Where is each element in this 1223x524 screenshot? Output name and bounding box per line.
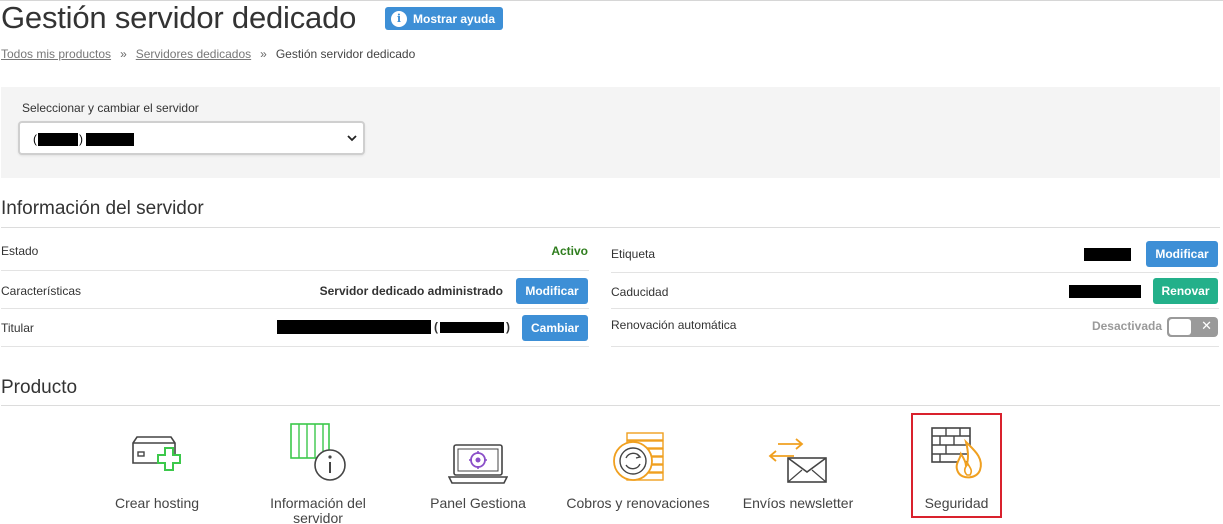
redacted-block (1084, 248, 1131, 261)
auto-renewal-row: Renovación automática Desactivada ✕ (611, 310, 1219, 347)
newsletter-envelope-icon (768, 438, 827, 483)
redacted-block (1069, 285, 1141, 298)
show-help-label: Mostrar ayuda (413, 11, 496, 26)
coins-renew-icon (613, 432, 664, 481)
firewall-icon (931, 427, 982, 479)
chevron-down-icon (347, 135, 357, 142)
renew-button[interactable]: Renovar (1153, 278, 1218, 304)
change-holder-button[interactable]: Cambiar (522, 315, 588, 341)
product-panel-gestiona[interactable]: Panel Gestiona (424, 425, 532, 520)
modify-label-button[interactable]: Modificar (1146, 241, 1218, 267)
product-label: Seguridad (924, 495, 989, 511)
product-label: Cobros y renovaciones (566, 495, 710, 511)
page-title: Gestión servidor dedicado (1, 0, 357, 35)
auto-renewal-status: Desactivada (1091, 319, 1162, 333)
product-label: Envíos newsletter (742, 495, 854, 511)
estado-row: Estado Activo (1, 234, 589, 271)
info-icon: i (391, 10, 407, 27)
toggle-knob (1169, 319, 1191, 335)
server-selector-label: Seleccionar y cambiar el servidor (22, 101, 199, 115)
product-label: Información del servidor (270, 495, 366, 524)
caracteristicas-value: Servidor dedicado administrado (319, 284, 503, 298)
caracteristicas-label: Características (1, 284, 82, 298)
laptop-panel-icon (448, 444, 508, 484)
etiqueta-row: Etiqueta Modificar (611, 234, 1219, 272)
titular-id: ( ) (434, 320, 510, 334)
server-select[interactable]: ( ) (18, 121, 365, 155)
product-seguridad[interactable]: Seguridad (913, 415, 1000, 516)
server-plus-icon (132, 436, 181, 471)
auto-renewal-label: Renovación automática (611, 318, 737, 332)
divider (1, 227, 1220, 228)
server-selector-panel: Seleccionar y cambiar el servidor ( ) (1, 87, 1220, 178)
caracteristicas-row: Características Servidor dedicado admini… (1, 272, 589, 309)
redacted-block (440, 321, 504, 333)
product-crear-hosting[interactable]: Crear hosting (107, 425, 207, 520)
redacted-block (277, 320, 431, 334)
close-icon: ✕ (1201, 318, 1212, 333)
server-select-value: ( ) (33, 132, 134, 146)
auto-renewal-toggle[interactable]: ✕ (1167, 317, 1218, 337)
status-badge: Activo (551, 244, 588, 258)
product-informacion-servidor[interactable]: Información del servidor (258, 422, 378, 524)
breadcrumb-separator: » (260, 47, 267, 61)
server-info-icon (290, 423, 346, 481)
breadcrumb-all-products[interactable]: Todos mis productos (1, 47, 111, 61)
product-envios-newsletter[interactable]: Envíos newsletter (740, 425, 856, 520)
caducidad-row: Caducidad Renovar (611, 272, 1219, 309)
modify-features-button[interactable]: Modificar (516, 278, 588, 304)
titular-label: Titular (1, 321, 34, 335)
breadcrumb-current: Gestión servidor dedicado (275, 47, 416, 61)
show-help-button[interactable]: i Mostrar ayuda (385, 7, 504, 30)
redacted-block (86, 132, 134, 146)
breadcrumb: Todos mis productos » Servidores dedicad… (1, 47, 415, 61)
titular-row: Titular ( ) Cambiar (1, 310, 589, 347)
estado-label: Estado (1, 244, 39, 258)
product-title: Producto (1, 377, 78, 398)
etiqueta-label: Etiqueta (611, 247, 656, 261)
product-label: Crear hosting (114, 495, 200, 511)
product-cobros-renovaciones[interactable]: Cobros y renovaciones (563, 425, 713, 520)
server-info-title: Información del servidor (1, 198, 204, 219)
divider (1, 405, 1220, 406)
breadcrumb-separator: » (120, 47, 127, 61)
caducidad-label: Caducidad (611, 285, 669, 299)
redacted-block (38, 132, 78, 146)
breadcrumb-dedicated-servers[interactable]: Servidores dedicados (136, 47, 251, 61)
product-label: Panel Gestiona (430, 495, 526, 511)
